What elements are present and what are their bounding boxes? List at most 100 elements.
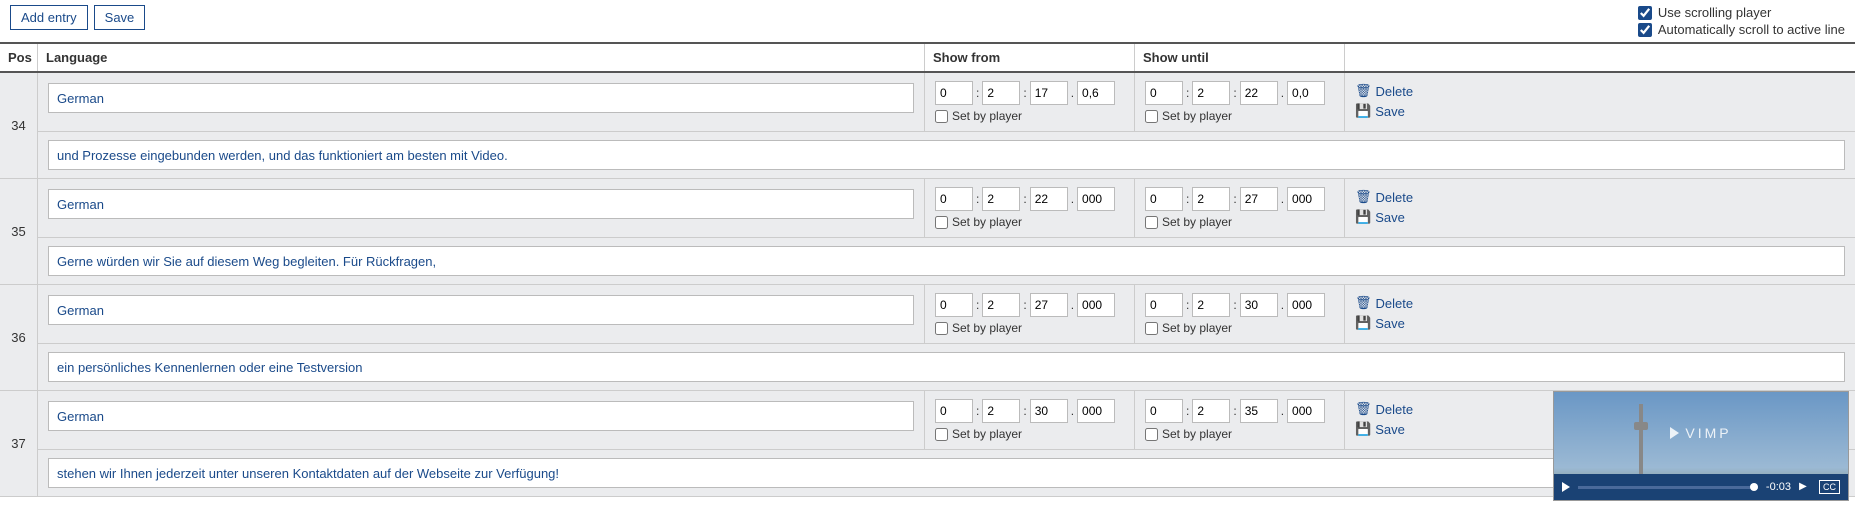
from-set-by-player-checkbox[interactable] (935, 216, 948, 229)
show-until-cell: : : . Set by player (1135, 73, 1345, 131)
disk-icon: 💾 (1355, 103, 1371, 119)
from-set-by-player[interactable]: Set by player (935, 427, 1124, 441)
show-until-cell: : : . Set by player (1135, 391, 1345, 449)
show-from-cell: : : . Set by player (925, 391, 1135, 449)
save-link[interactable]: 💾 Save (1355, 103, 1845, 119)
from-set-by-player-checkbox[interactable] (935, 428, 948, 441)
trash-icon: 🗑 (1355, 401, 1372, 417)
from-seconds[interactable] (1030, 187, 1068, 211)
save-button[interactable]: Save (94, 5, 146, 30)
language-field[interactable] (48, 83, 914, 113)
until-seconds[interactable] (1240, 187, 1278, 211)
subtitle-text[interactable] (48, 352, 1845, 382)
table-row: 35 : : . (0, 179, 1855, 285)
subtitle-text[interactable] (48, 140, 1845, 170)
disk-icon: 💾 (1355, 421, 1371, 437)
header-show-until: Show until (1135, 44, 1345, 71)
until-set-by-player-checkbox[interactable] (1145, 110, 1158, 123)
from-set-by-player[interactable]: Set by player (935, 109, 1124, 123)
toolbar-right: Use scrolling player Automatically scrol… (1638, 5, 1845, 37)
until-set-by-player[interactable]: Set by player (1145, 427, 1334, 441)
table-row: 36 : : . (0, 285, 1855, 391)
show-from-cell: : : . Set by player (925, 285, 1135, 343)
language-field[interactable] (48, 401, 914, 431)
from-seconds[interactable] (1030, 81, 1068, 105)
from-hours[interactable] (935, 293, 973, 317)
show-from-cell: : : . Set by player (925, 73, 1135, 131)
until-minutes[interactable] (1192, 187, 1230, 211)
player-preview[interactable]: VIMP (1554, 392, 1848, 474)
from-hours[interactable] (935, 187, 973, 211)
delete-link[interactable]: 🗑 Delete (1355, 295, 1845, 311)
until-set-by-player[interactable]: Set by player (1145, 321, 1334, 335)
from-hours[interactable] (935, 399, 973, 423)
disk-icon: 💾 (1355, 315, 1371, 331)
until-ms[interactable] (1287, 293, 1325, 317)
disk-icon: 💾 (1355, 209, 1371, 225)
until-set-by-player[interactable]: Set by player (1145, 109, 1334, 123)
video-player: VIMP -0:03 CC (1553, 391, 1849, 501)
table-header: Pos Language Show from Show until (0, 42, 1855, 73)
until-seconds[interactable] (1240, 293, 1278, 317)
until-ms[interactable] (1287, 399, 1325, 423)
until-set-by-player-checkbox[interactable] (1145, 428, 1158, 441)
from-set-by-player[interactable]: Set by player (935, 321, 1124, 335)
until-ms[interactable] (1287, 81, 1325, 105)
from-ms[interactable] (1077, 399, 1115, 423)
cc-button[interactable]: CC (1819, 480, 1840, 494)
from-set-by-player-checkbox[interactable] (935, 110, 948, 123)
until-set-by-player-checkbox[interactable] (1145, 216, 1158, 229)
player-logo: VIMP (1670, 425, 1731, 441)
from-seconds[interactable] (1030, 399, 1068, 423)
from-set-by-player-checkbox[interactable] (935, 322, 948, 335)
auto-scroll-option[interactable]: Automatically scroll to active line (1638, 22, 1845, 37)
until-set-by-player-checkbox[interactable] (1145, 322, 1158, 335)
language-field[interactable] (48, 189, 914, 219)
player-controls: -0:03 CC (1554, 474, 1848, 500)
from-ms[interactable] (1077, 293, 1115, 317)
use-scrolling-player-checkbox[interactable] (1638, 6, 1652, 20)
from-minutes[interactable] (982, 399, 1020, 423)
add-entry-button[interactable]: Add entry (10, 5, 88, 30)
until-minutes[interactable] (1192, 81, 1230, 105)
from-minutes[interactable] (982, 81, 1020, 105)
volume-icon[interactable] (1799, 481, 1811, 493)
show-until-cell: : : . Set by player (1135, 179, 1345, 237)
use-scrolling-player-option[interactable]: Use scrolling player (1638, 5, 1845, 20)
play-icon (1670, 427, 1679, 439)
progress-bar[interactable] (1578, 486, 1758, 489)
delete-link[interactable]: 🗑 Delete (1355, 83, 1845, 99)
until-hours[interactable] (1145, 399, 1183, 423)
until-hours[interactable] (1145, 187, 1183, 211)
until-set-by-player[interactable]: Set by player (1145, 215, 1334, 229)
until-seconds[interactable] (1240, 81, 1278, 105)
auto-scroll-label: Automatically scroll to active line (1658, 22, 1845, 37)
header-language: Language (38, 44, 925, 71)
delete-link[interactable]: 🗑 Delete (1355, 189, 1845, 205)
save-link[interactable]: 💾 Save (1355, 315, 1845, 331)
until-seconds[interactable] (1240, 399, 1278, 423)
until-hours[interactable] (1145, 293, 1183, 317)
from-set-by-player[interactable]: Set by player (935, 215, 1124, 229)
from-minutes[interactable] (982, 187, 1020, 211)
until-ms[interactable] (1287, 187, 1325, 211)
save-link[interactable]: 💾 Save (1355, 209, 1845, 225)
from-hours[interactable] (935, 81, 973, 105)
trash-icon: 🗑 (1355, 83, 1372, 99)
player-time: -0:03 (1766, 481, 1791, 493)
auto-scroll-checkbox[interactable] (1638, 23, 1652, 37)
from-seconds[interactable] (1030, 293, 1068, 317)
from-minutes[interactable] (982, 293, 1020, 317)
play-button[interactable] (1562, 482, 1570, 492)
table-row: 34 : : . (0, 73, 1855, 179)
player-logo-text: VIMP (1685, 425, 1731, 441)
subtitle-text[interactable] (48, 246, 1845, 276)
until-minutes[interactable] (1192, 399, 1230, 423)
until-hours[interactable] (1145, 81, 1183, 105)
language-field[interactable] (48, 295, 914, 325)
show-from-cell: : : . Set by player (925, 179, 1135, 237)
until-minutes[interactable] (1192, 293, 1230, 317)
toolbar: Add entry Save Use scrolling player Auto… (0, 0, 1855, 42)
from-ms[interactable] (1077, 81, 1115, 105)
from-ms[interactable] (1077, 187, 1115, 211)
